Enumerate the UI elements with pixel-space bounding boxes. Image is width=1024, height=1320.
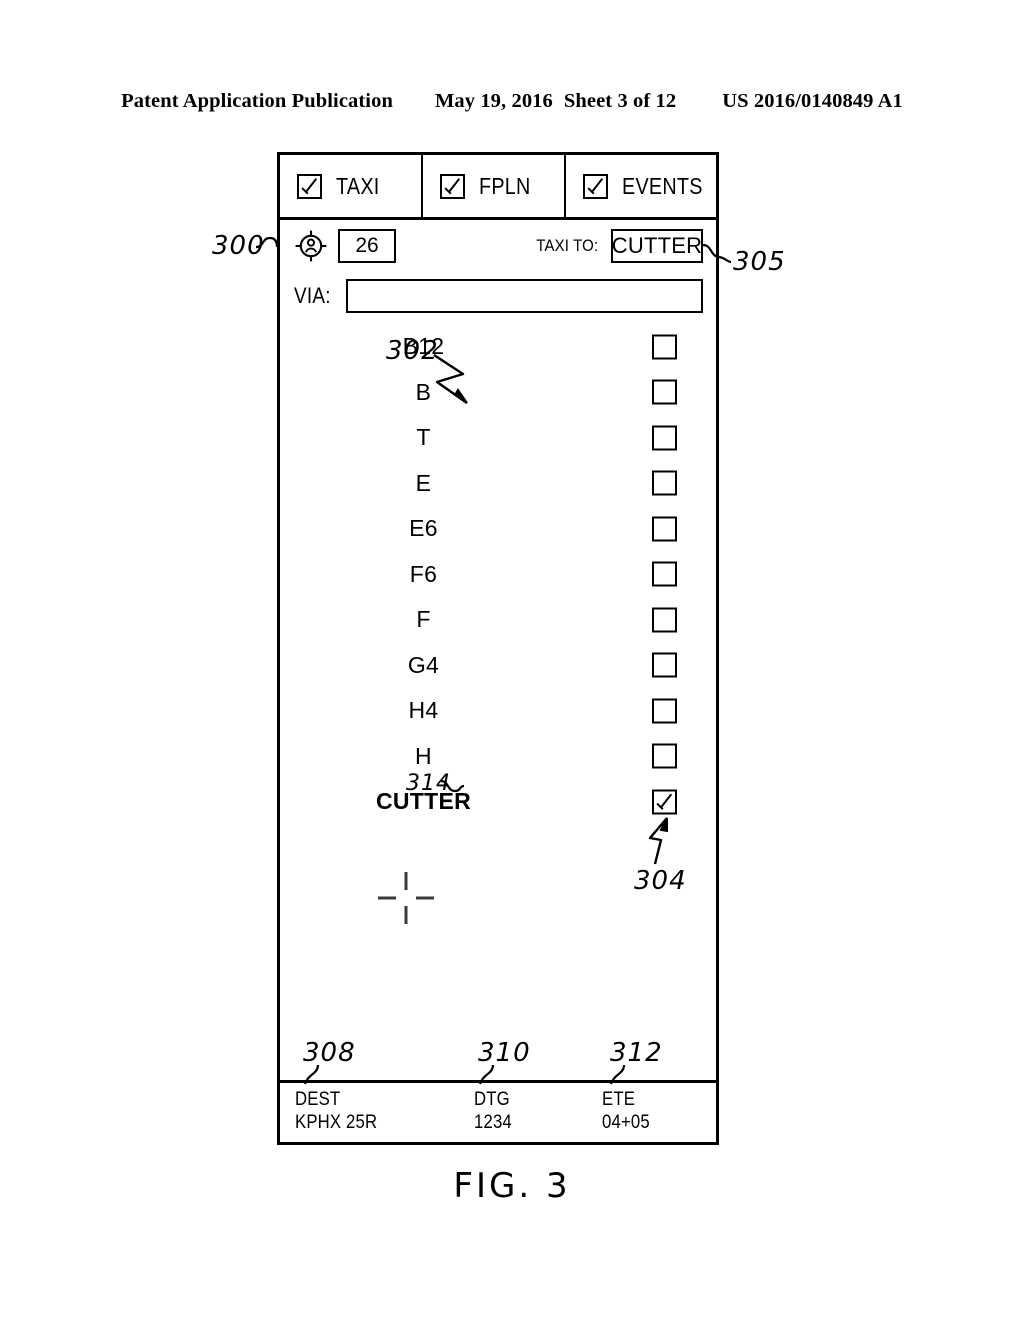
checkbox-checked-icon[interactable]: [583, 173, 609, 199]
list-item-selected[interactable]: CUTTER: [294, 779, 703, 825]
reference-numeral-314: 314: [406, 771, 451, 796]
waypoint-checkbox[interactable]: [652, 425, 677, 451]
list-item[interactable]: B: [294, 370, 703, 416]
tab-fpln-label: FPLN: [479, 172, 531, 199]
waypoint-label: H4: [408, 697, 439, 724]
reference-numeral-312: 312: [610, 1038, 663, 1068]
waypoint-checkbox[interactable]: [652, 652, 677, 678]
waypoint-checkbox[interactable]: [652, 607, 677, 633]
list-item[interactable]: F: [294, 597, 703, 643]
tab-taxi-label: TAXI: [336, 172, 380, 199]
waypoint-label: F6: [409, 560, 438, 587]
sheet-number-label: Sheet 3 of 12: [563, 89, 677, 112]
list-item[interactable]: T: [294, 415, 703, 461]
waypoint-checkbox[interactable]: [652, 698, 677, 724]
taxi-to-row: 26 TAXI TO: CUTTER: [280, 220, 716, 272]
status-dtg-key: DTG: [474, 1089, 510, 1110]
publication-type-label: Patent Application Publication: [121, 89, 393, 112]
tab-fpln[interactable]: FPLN: [423, 155, 567, 217]
status-dtg-value: 1234: [474, 1111, 513, 1133]
reference-numeral-302: 302: [386, 336, 439, 366]
status-dest-key: DEST: [295, 1089, 341, 1110]
patent-page-header: Patent Application Publication May 19, 2…: [0, 84, 1024, 118]
waypoint-label-selected: CUTTER: [375, 788, 472, 815]
list-item[interactable]: H: [294, 734, 703, 780]
taxi-destination-value: CUTTER: [611, 233, 703, 258]
reference-numeral-304: 304: [634, 866, 687, 896]
taxi-destination-button[interactable]: CUTTER: [611, 229, 703, 263]
list-item[interactable]: E: [294, 461, 703, 507]
publication-date-label: May 19, 2016: [434, 89, 553, 112]
list-item[interactable]: B12: [294, 324, 703, 370]
list-item[interactable]: F6: [294, 552, 703, 598]
crosshair-icon: [378, 872, 434, 924]
checkbox-checked-icon[interactable]: [297, 173, 322, 199]
waypoint-label: G4: [407, 651, 440, 678]
aircraft-target-icon[interactable]: [294, 229, 328, 263]
list-item[interactable]: G4: [294, 643, 703, 689]
waypoint-label: F: [416, 606, 431, 633]
waypoint-label: B12: [402, 333, 445, 360]
status-field-dest: DEST KPHX 25R: [280, 1089, 459, 1142]
status-field-ete: ETE 04+05: [587, 1089, 716, 1142]
waypoint-checkbox[interactable]: [652, 379, 677, 405]
tab-taxi[interactable]: TAXI: [280, 155, 424, 217]
aircraft-ident-value: 26: [355, 234, 379, 257]
reference-numeral-300: 300: [212, 231, 265, 261]
waypoint-checkbox-selected[interactable]: [652, 789, 677, 815]
via-label: VIA:: [294, 283, 331, 308]
waypoint-label: E6: [409, 515, 438, 542]
waypoint-list: B12 B T E E6 F6 F G4 H4 H CUTTER: [280, 324, 716, 825]
waypoint-label: H: [415, 742, 432, 769]
via-row: VIA:: [280, 272, 716, 320]
aircraft-ident-field[interactable]: 26: [338, 229, 396, 263]
waypoint-label: T: [416, 424, 431, 451]
publication-number-label: US 2016/0140849 A1: [722, 89, 903, 112]
waypoint-label: E: [415, 469, 432, 496]
list-item[interactable]: E6: [294, 506, 703, 552]
checkbox-checked-icon[interactable]: [440, 173, 466, 199]
status-dest-value: KPHX 25R: [295, 1111, 378, 1133]
taxi-clearance-display-panel: TAXI FPLN EVENTS 26 TAXI TO: CUTTER VIA:…: [277, 152, 719, 1145]
taxi-to-label: TAXI TO:: [536, 236, 599, 255]
reference-numeral-305: 305: [733, 247, 786, 277]
list-item[interactable]: H4: [294, 688, 703, 734]
waypoint-checkbox[interactable]: [652, 470, 677, 496]
tab-bar: TAXI FPLN EVENTS: [280, 155, 716, 220]
tab-events[interactable]: EVENTS: [566, 155, 716, 217]
reference-numeral-310: 310: [478, 1038, 531, 1068]
status-field-dtg: DTG 1234: [459, 1089, 586, 1142]
waypoint-checkbox[interactable]: [652, 743, 677, 769]
waypoint-checkbox[interactable]: [652, 516, 677, 542]
status-ete-value: 04+05: [601, 1111, 650, 1133]
figure-caption: FIG. 3: [453, 1166, 571, 1206]
waypoint-label: B: [415, 378, 432, 405]
status-ete-key: ETE: [601, 1089, 635, 1110]
status-bar: DEST KPHX 25R DTG 1234 ETE 04+05: [280, 1080, 716, 1142]
waypoint-checkbox[interactable]: [652, 334, 677, 360]
reference-numeral-308: 308: [303, 1038, 356, 1068]
tab-events-label: EVENTS: [622, 172, 703, 199]
waypoint-checkbox[interactable]: [652, 561, 677, 587]
via-input[interactable]: [346, 279, 703, 313]
